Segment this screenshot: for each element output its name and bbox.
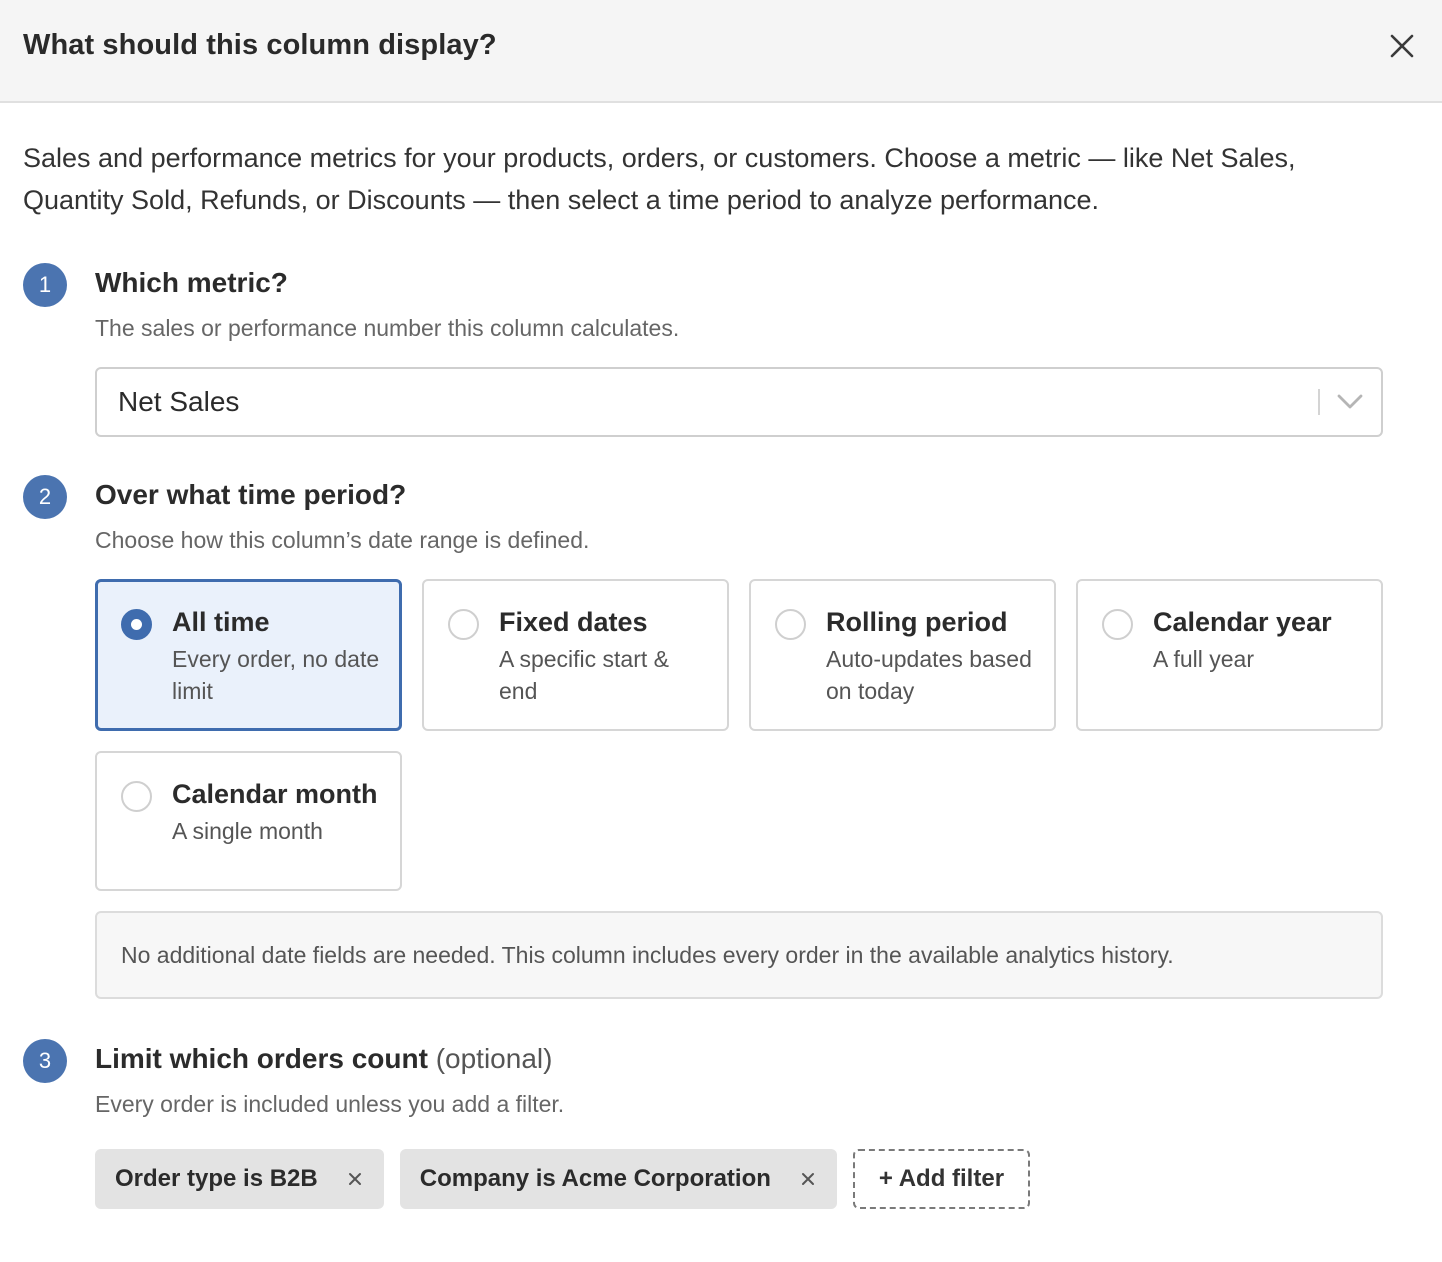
step-description: Every order is included unless you add a…: [95, 1091, 565, 1117]
step-title: Over what time period?: [95, 479, 407, 510]
option-calendar-month[interactable]: Calendar month A single month: [95, 751, 402, 891]
column-config-dialog: What should this column display? Sales a…: [0, 0, 1442, 1262]
option-all-time[interactable]: All time Every order, no date limit: [95, 579, 402, 731]
radio-button[interactable]: [1102, 609, 1133, 640]
option-title: Rolling period: [826, 607, 1008, 637]
dialog-body: Sales and performance metrics for your p…: [0, 103, 1442, 1209]
step-metric: 1 Which metric? The sales or performance…: [23, 263, 1383, 437]
filter-chip[interactable]: Company is Acme Corporation: [399, 1149, 837, 1209]
date-info-box: No additional date fields are needed. Th…: [95, 911, 1383, 999]
step-title: Which metric?: [95, 267, 288, 298]
option-fixed-dates[interactable]: Fixed dates A specific start & end: [422, 579, 729, 731]
option-description: A full year: [1153, 646, 1254, 672]
step-number-badge: 2: [23, 475, 67, 519]
filter-chip-label: Company is Acme Corporation: [419, 1165, 771, 1192]
step-filters: 3 Limit which orders count (optional) Ev…: [23, 1039, 1382, 1209]
step-description: The sales or performance number this col…: [95, 315, 680, 341]
option-title: All time: [172, 607, 270, 637]
option-description: Every order, no date limit: [172, 646, 380, 704]
filter-list: Order type is B2B Company is Acme Corpor…: [95, 1149, 1382, 1209]
option-description: A specific start & end: [499, 646, 670, 704]
option-description: Auto-updates based on today: [826, 646, 1032, 704]
dialog-header: What should this column display?: [0, 0, 1442, 103]
close-button[interactable]: [1382, 26, 1422, 66]
add-filter-button[interactable]: + Add filter: [852, 1149, 1031, 1209]
remove-filter-icon[interactable]: [799, 1170, 817, 1188]
intro-text: Sales and performance metrics for your p…: [23, 143, 1296, 215]
option-title: Calendar year: [1153, 607, 1332, 637]
select-separator: [1318, 389, 1320, 415]
time-period-options: All time Every order, no date limit Fixe…: [95, 579, 1383, 891]
step-number-badge: 3: [23, 1039, 67, 1083]
step-number-badge: 1: [23, 263, 67, 307]
close-icon: [1390, 34, 1414, 57]
radio-button[interactable]: [775, 609, 806, 640]
filter-chip-label: Order type is B2B: [115, 1165, 318, 1192]
remove-filter-icon[interactable]: [346, 1170, 364, 1188]
metric-select[interactable]: Net Sales: [95, 367, 1383, 437]
radio-button[interactable]: [121, 609, 152, 640]
option-rolling-period[interactable]: Rolling period Auto-updates based on tod…: [749, 579, 1056, 731]
step-title: Limit which orders count (optional): [95, 1041, 1382, 1077]
filter-chip[interactable]: Order type is B2B: [95, 1149, 384, 1209]
option-calendar-year[interactable]: Calendar year A full year: [1076, 579, 1383, 731]
step-description: Choose how this column’s date range is d…: [95, 527, 590, 553]
option-title: Calendar month: [172, 779, 378, 809]
step-time-period: 2 Over what time period? Choose how this…: [23, 475, 1383, 999]
optional-label: (optional): [435, 1043, 553, 1074]
step-title-text: Limit which orders count: [95, 1043, 428, 1074]
dialog-title: What should this column display?: [23, 29, 497, 61]
chevron-down-icon[interactable]: [1336, 388, 1364, 416]
radio-button[interactable]: [448, 609, 479, 640]
option-description: A single month: [172, 818, 323, 844]
metric-select-value: Net Sales: [118, 386, 240, 417]
option-title: Fixed dates: [499, 607, 648, 637]
radio-button[interactable]: [121, 781, 152, 812]
